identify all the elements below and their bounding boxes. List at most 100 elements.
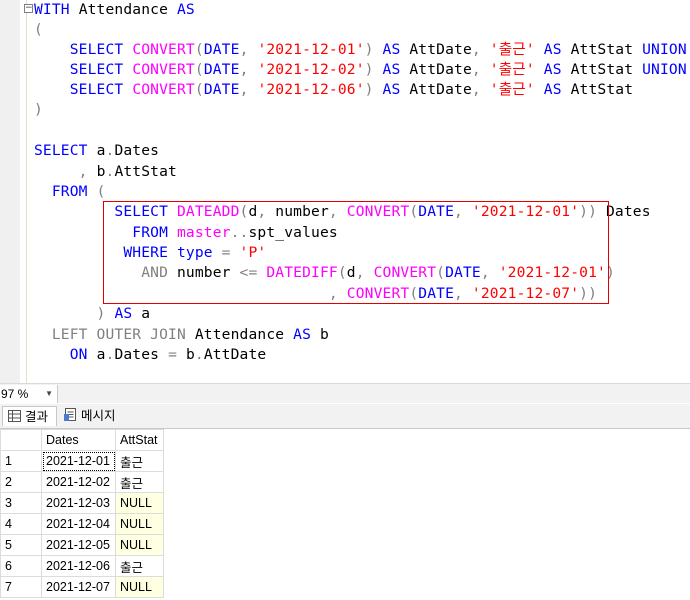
code-token: ,: [239, 81, 258, 98]
table-row[interactable]: 1 2021-12-01 출근: [0, 450, 164, 472]
code-line[interactable]: SELECT CONVERT(DATE, '2021-12-01') AS At…: [34, 40, 690, 60]
grid-icon: [8, 408, 21, 428]
cell-attstat[interactable]: NULL: [115, 513, 164, 535]
table-row[interactable]: 4 2021-12-04 NULL: [0, 513, 164, 535]
code-token: ): [364, 41, 383, 58]
code-token: AS: [543, 61, 571, 78]
cell-dates[interactable]: 2021-12-02: [41, 471, 116, 493]
row-number[interactable]: 1: [0, 450, 42, 472]
code-line[interactable]: ) AS a: [34, 304, 150, 324]
code-token: AS: [382, 41, 410, 58]
code-token: AttStat: [570, 41, 643, 58]
code-token: ,: [239, 41, 258, 58]
code-line[interactable]: (: [34, 20, 43, 40]
code-line[interactable]: LEFT OUTER JOIN Attendance AS b: [34, 325, 329, 345]
code-token: SELECT: [34, 142, 97, 159]
code-token: (: [194, 61, 204, 78]
code-token: SELECT: [34, 41, 133, 58]
row-number[interactable]: 6: [0, 555, 42, 577]
cell-dates[interactable]: 2021-12-07: [41, 576, 116, 598]
cell-attstat[interactable]: 출근: [115, 471, 164, 493]
code-token: WITH: [34, 1, 79, 18]
code-token: CONVERT: [132, 61, 195, 78]
code-token: ,: [471, 61, 490, 78]
code-line[interactable]: , b.AttStat: [34, 162, 177, 182]
code-token: ,: [471, 41, 490, 58]
results-grid-area: Dates AttStat 1 2021-12-01 출근 2 2021-12-02 출근…: [0, 428, 690, 600]
code-token: (: [96, 183, 106, 200]
code-line[interactable]: FROM (: [34, 182, 106, 202]
collapse-icon[interactable]: −: [24, 4, 33, 13]
code-token: Attendance: [78, 1, 177, 18]
column-header-dates[interactable]: Dates: [41, 429, 116, 451]
code-token: (: [194, 41, 204, 58]
code-token: ): [364, 61, 383, 78]
cell-dates[interactable]: 2021-12-04: [41, 513, 116, 535]
code-token: b: [96, 163, 106, 180]
code-token: a: [96, 346, 106, 363]
code-token: .: [194, 346, 204, 363]
table-row[interactable]: 5 2021-12-05 NULL: [0, 534, 164, 556]
table-row[interactable]: 2 2021-12-02 출근: [0, 471, 164, 493]
code-token: CONVERT: [132, 41, 195, 58]
column-header-attstat[interactable]: AttStat: [115, 429, 164, 451]
row-number[interactable]: 2: [0, 471, 42, 493]
table-row[interactable]: 3 2021-12-03 NULL: [0, 492, 164, 514]
code-token: AS: [177, 1, 195, 18]
row-number[interactable]: 7: [0, 576, 42, 598]
outline-margin: [26, 0, 27, 383]
table-row[interactable]: 6 2021-12-06 출근: [0, 555, 164, 577]
code-line[interactable]: WITH Attendance AS: [34, 0, 195, 20]
tab-results[interactable]: 결과: [2, 406, 57, 426]
cell-dates[interactable]: 2021-12-06: [41, 555, 116, 577]
chevron-down-icon: ▼: [45, 389, 53, 398]
code-token: CONVERT: [132, 81, 195, 98]
code-token: (: [34, 21, 43, 38]
cell-attstat[interactable]: 출근: [115, 555, 164, 577]
code-token: ): [364, 81, 383, 98]
grid-header-row: Dates AttStat: [0, 429, 164, 451]
code-token: a: [96, 142, 106, 159]
zoom-level: 97 %: [1, 387, 29, 401]
cell-attstat[interactable]: NULL: [115, 492, 164, 514]
row-number[interactable]: 5: [0, 534, 42, 556]
cell-dates[interactable]: 2021-12-05: [41, 534, 116, 556]
code-token: SELECT: [34, 61, 133, 78]
code-token: Attendance: [194, 326, 294, 343]
cell-dates[interactable]: 2021-12-03: [41, 492, 116, 514]
row-number[interactable]: 3: [0, 492, 42, 514]
code-line[interactable]: SELECT CONVERT(DATE, '2021-12-06') AS At…: [34, 80, 633, 100]
table-row[interactable]: 7 2021-12-07 NULL: [0, 576, 164, 598]
code-token: Dates: [605, 203, 651, 220]
code-line[interactable]: ): [34, 100, 43, 120]
code-token: FROM: [34, 183, 97, 200]
query-editor[interactable]: − WITH Attendance AS( SELECT CONVERT(DAT…: [0, 0, 690, 383]
code-token: AS: [382, 61, 410, 78]
code-token: UNION ALL: [642, 61, 687, 78]
tab-messages[interactable]: 메시지: [62, 406, 126, 426]
code-token: AttDate: [409, 81, 472, 98]
code-line[interactable]: ON a.Dates = b.AttDate: [34, 345, 266, 365]
row-number[interactable]: 4: [0, 513, 42, 535]
code-token: ,: [239, 61, 258, 78]
code-token: Dates: [114, 142, 160, 159]
cell-dates[interactable]: 2021-12-01: [41, 450, 116, 472]
horizontal-scrollbar[interactable]: [60, 387, 686, 401]
cell-attstat[interactable]: NULL: [115, 576, 164, 598]
code-line[interactable]: SELECT CONVERT(DATE, '2021-12-02') AS At…: [34, 60, 690, 80]
cell-attstat[interactable]: NULL: [115, 534, 164, 556]
cell-attstat[interactable]: 출근: [115, 450, 164, 472]
code-token: '2021-12-01': [257, 41, 365, 58]
zoom-dropdown[interactable]: 97 % ▼: [0, 385, 58, 403]
code-line[interactable]: SELECT a.Dates: [34, 141, 159, 161]
code-token: AttStat: [570, 81, 634, 98]
editor-status-bar: 97 % ▼: [0, 383, 690, 403]
code-token: DATE: [203, 61, 240, 78]
code-token: AS: [114, 305, 142, 322]
code-token: DATE: [203, 41, 240, 58]
code-token: '출근': [489, 81, 544, 98]
grid-corner[interactable]: [0, 429, 42, 451]
code-token: AttStat: [570, 61, 643, 78]
code-token: (: [194, 81, 204, 98]
code-token: AS: [543, 81, 571, 98]
